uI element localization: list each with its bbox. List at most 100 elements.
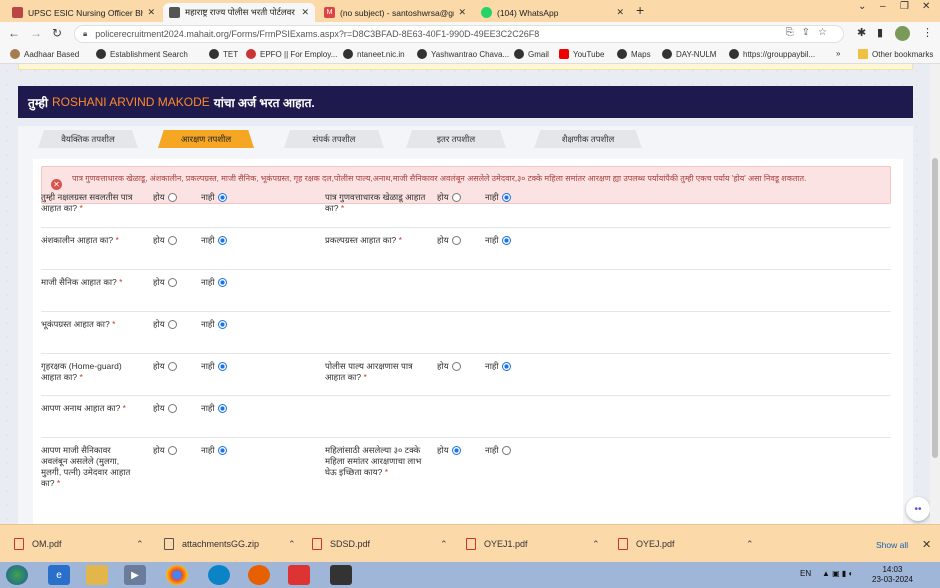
right-yes-option[interactable]: होय bbox=[437, 361, 461, 372]
bookmark-item[interactable]: Gmail bbox=[514, 49, 549, 59]
close-tab-icon[interactable]: ✕ bbox=[301, 7, 309, 18]
radio-yes[interactable] bbox=[167, 193, 177, 202]
explorer-icon[interactable] bbox=[86, 565, 108, 585]
left-no-option[interactable]: नाही bbox=[201, 192, 227, 203]
reload-icon[interactable]: ↻ bbox=[52, 26, 62, 40]
start-icon[interactable] bbox=[6, 565, 28, 585]
tab-other-details[interactable]: इतर तपशील bbox=[406, 130, 506, 148]
edge-icon[interactable] bbox=[208, 565, 230, 585]
ie-icon[interactable]: e bbox=[48, 565, 70, 585]
bookmark-item[interactable]: Maps bbox=[617, 49, 651, 59]
minimize-button[interactable]: – bbox=[880, 1, 886, 12]
bookmark-item[interactable]: ntaneet.nic.in bbox=[343, 49, 405, 59]
close-window-button[interactable]: ✕ bbox=[922, 1, 930, 12]
browser-tab-police[interactable]: महाराष्ट्र राज्य पोलीस भरती पोर्टलवर आ ✕ bbox=[163, 3, 315, 22]
chevron-up-icon[interactable]: ⌃ bbox=[592, 539, 600, 550]
left-no-option[interactable]: नाही bbox=[201, 235, 227, 246]
radio-yes[interactable] bbox=[167, 404, 177, 413]
bookmark-item[interactable]: TET bbox=[209, 49, 238, 59]
radio-yes[interactable] bbox=[167, 278, 177, 287]
tab-reservation-details[interactable]: आरक्षण तपशील bbox=[158, 130, 254, 148]
left-no-option[interactable]: नाही bbox=[201, 277, 227, 288]
bookmark-item[interactable]: https://grouppaybil... bbox=[729, 49, 815, 59]
radio-yes[interactable] bbox=[451, 193, 461, 202]
radio-no[interactable] bbox=[501, 446, 511, 455]
download-item[interactable]: OYEJ1.pdf ⌃ bbox=[466, 535, 606, 553]
right-no-option[interactable]: नाही bbox=[485, 235, 511, 246]
bookmark-item[interactable]: Establishment Search bbox=[96, 49, 188, 59]
left-yes-option[interactable]: होय bbox=[153, 445, 177, 456]
right-no-option[interactable]: नाही bbox=[485, 192, 511, 203]
radio-yes[interactable] bbox=[167, 320, 177, 329]
bookmark-item[interactable]: YouTube bbox=[559, 49, 604, 59]
radio-no[interactable] bbox=[501, 236, 511, 245]
left-yes-option[interactable]: होय bbox=[153, 361, 177, 372]
left-yes-option[interactable]: होय bbox=[153, 403, 177, 414]
menu-icon[interactable]: ⋮ bbox=[922, 26, 933, 39]
browser-tab-upsc[interactable]: UPSC ESIC Nursing Officer Bharti ✕ bbox=[6, 3, 161, 22]
address-bar[interactable]: 🔒︎ policerecruitment2024.mahait.org/Form… bbox=[74, 25, 844, 43]
bookmark-item[interactable]: DAY-NULM bbox=[662, 49, 716, 59]
browser-tab-gmail[interactable]: M (no subject) - santoshwrsa@gmail ✕ bbox=[318, 3, 472, 22]
radio-yes[interactable] bbox=[167, 362, 177, 371]
forward-icon[interactable]: → bbox=[30, 26, 42, 40]
bookmark-item[interactable]: Aadhaar Based bbox=[10, 49, 79, 59]
radio-no[interactable] bbox=[217, 446, 227, 455]
profile-avatar[interactable] bbox=[895, 26, 910, 41]
radio-no[interactable] bbox=[501, 362, 511, 371]
radio-yes[interactable] bbox=[451, 446, 461, 455]
left-no-option[interactable]: नाही bbox=[201, 361, 227, 372]
sidepanel-icon[interactable]: ▮ bbox=[877, 26, 883, 39]
left-yes-option[interactable]: होय bbox=[153, 319, 177, 330]
radio-yes[interactable] bbox=[451, 362, 461, 371]
download-item[interactable]: attachmentsGG.zip ⌃ bbox=[164, 535, 304, 553]
download-item[interactable]: OYEJ.pdf ⌃ bbox=[618, 535, 758, 553]
right-no-option[interactable]: नाही bbox=[485, 445, 511, 456]
close-tab-icon[interactable]: ✕ bbox=[616, 7, 624, 18]
left-no-option[interactable]: नाही bbox=[201, 319, 227, 330]
left-yes-option[interactable]: होय bbox=[153, 277, 177, 288]
pdf-reader-icon[interactable] bbox=[288, 565, 310, 585]
tab-personal-details[interactable]: वैयक्तिक तपशील bbox=[38, 130, 138, 148]
back-icon[interactable]: ← bbox=[8, 26, 20, 40]
bookmark-item[interactable]: EPFO || For Employ... bbox=[246, 49, 337, 59]
tab-contact-details[interactable]: संपर्क तपशील bbox=[284, 130, 384, 148]
other-bookmarks[interactable]: Other bookmarks bbox=[858, 49, 933, 59]
radio-no[interactable] bbox=[217, 236, 227, 245]
tab-search-icon[interactable]: ⌄ bbox=[858, 1, 866, 12]
bookmarks-overflow-icon[interactable]: » bbox=[836, 49, 840, 58]
radio-no[interactable] bbox=[217, 362, 227, 371]
radio-no[interactable] bbox=[217, 278, 227, 287]
browser-tab-whatsapp[interactable]: (104) WhatsApp ✕ bbox=[475, 3, 630, 22]
chevron-up-icon[interactable]: ⌃ bbox=[746, 539, 754, 550]
tray-icons[interactable]: ▲ ▣ ▮ ◐ bbox=[822, 569, 853, 578]
close-download-bar-icon[interactable]: ✕ bbox=[922, 538, 931, 551]
extensions-icon[interactable]: ✱ bbox=[857, 26, 866, 39]
download-item[interactable]: SDSD.pdf ⌃ bbox=[312, 535, 452, 553]
app-icon[interactable] bbox=[330, 565, 352, 585]
chevron-up-icon[interactable]: ⌃ bbox=[136, 539, 144, 550]
show-all-downloads-link[interactable]: Show all bbox=[876, 540, 908, 550]
left-no-option[interactable]: नाही bbox=[201, 403, 227, 414]
left-yes-option[interactable]: होय bbox=[153, 235, 177, 246]
radio-yes[interactable] bbox=[451, 236, 461, 245]
right-yes-option[interactable]: होय bbox=[437, 235, 461, 246]
omnibox-actions[interactable]: ⎘⇪☆ bbox=[786, 27, 835, 38]
left-no-option[interactable]: नाही bbox=[201, 445, 227, 456]
media-player-icon[interactable]: ▶ bbox=[124, 565, 146, 585]
bookmark-item[interactable]: Yashwantrao Chava... bbox=[417, 49, 509, 59]
tab-education-details[interactable]: शैक्षणीक तपशील bbox=[534, 130, 642, 148]
firefox-icon[interactable] bbox=[248, 565, 270, 585]
radio-no[interactable] bbox=[217, 320, 227, 329]
close-tab-icon[interactable]: ✕ bbox=[147, 7, 155, 18]
chevron-up-icon[interactable]: ⌃ bbox=[288, 539, 296, 550]
language-indicator[interactable]: EN bbox=[800, 569, 811, 578]
chrome-icon[interactable] bbox=[166, 565, 188, 585]
scrollbar-thumb[interactable] bbox=[932, 158, 938, 458]
radio-no[interactable] bbox=[217, 193, 227, 202]
right-yes-option[interactable]: होय bbox=[437, 445, 461, 456]
radio-no[interactable] bbox=[501, 193, 511, 202]
radio-yes[interactable] bbox=[167, 446, 177, 455]
close-tab-icon[interactable]: ✕ bbox=[458, 7, 466, 18]
taskbar-clock[interactable]: 14:03 23-03-2024 bbox=[872, 565, 913, 585]
